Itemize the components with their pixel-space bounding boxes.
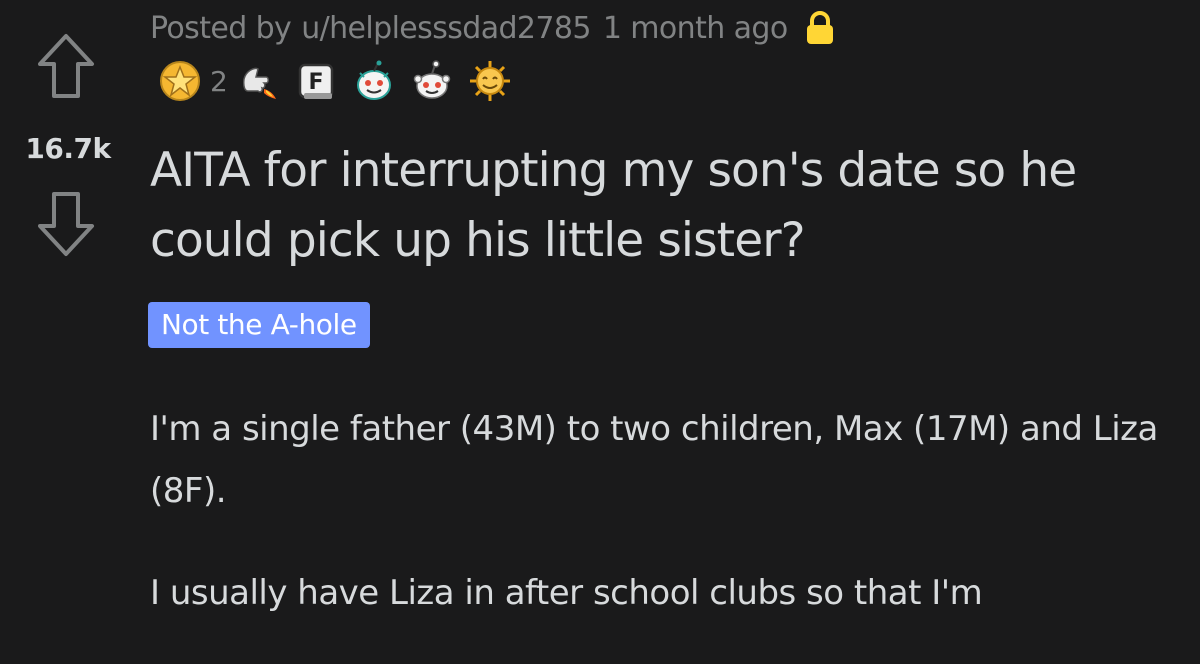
sun-smile-award-icon[interactable] (468, 59, 512, 103)
post-time[interactable]: 1 month ago (603, 11, 788, 46)
downvote-icon[interactable] (36, 190, 96, 258)
award-count: 2 (210, 64, 228, 98)
post-flair[interactable]: Not the A-hole (148, 302, 370, 348)
vote-column: 16.7k (0, 30, 136, 270)
lock-icon (804, 11, 836, 45)
post-title[interactable]: AITA for interrupting my son's date so h… (150, 136, 1190, 276)
upvote-icon[interactable] (36, 32, 96, 100)
wholesome-seal-award-icon[interactable] (352, 59, 396, 103)
svg-text:F: F (308, 70, 323, 95)
post-body: I'm a single father (43M) to two childre… (150, 398, 1170, 664)
gold-star-award-icon[interactable] (158, 59, 202, 103)
author-link[interactable]: u/helplesssdad2785 (301, 11, 591, 46)
rocket-like-award-icon[interactable] (236, 59, 280, 103)
posted-by-label: Posted by (150, 10, 292, 46)
snoo-award-icon[interactable] (410, 59, 454, 103)
body-paragraph: I'm a single father (43M) to two childre… (150, 409, 1158, 511)
vote-score: 16.7k (25, 132, 111, 165)
post-meta: Posted by u/helplesssdad2785 1 month ago (150, 8, 836, 48)
awards-row: 2 F (158, 56, 526, 106)
body-paragraph: I usually have Liza in after school club… (150, 573, 983, 613)
press-f-award-icon[interactable]: F (294, 59, 338, 103)
